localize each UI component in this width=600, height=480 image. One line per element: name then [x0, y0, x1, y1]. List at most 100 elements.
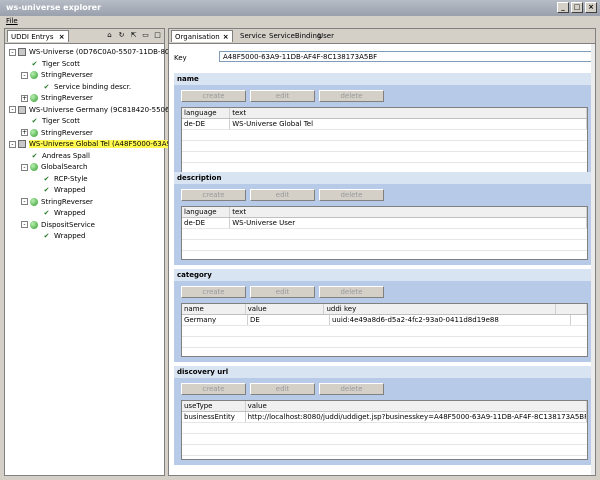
tree-node[interactable]: ✔ Wrapped: [33, 231, 86, 241]
name-create-button[interactable]: create: [181, 90, 246, 102]
column-header[interactable]: useType: [182, 401, 246, 411]
maximize-icon[interactable]: □: [571, 2, 583, 13]
tree-node[interactable]: - WS-Universe (0D76C0A0-5507-11DB-80A: [9, 47, 174, 57]
name-edit-button[interactable]: edit: [250, 90, 315, 102]
tree-node[interactable]: ✔ Tiger Scott: [21, 59, 80, 69]
collapse-toggle-icon[interactable]: -: [21, 198, 28, 205]
description-section-title: description: [174, 172, 595, 184]
category-edit-button[interactable]: edit: [250, 286, 315, 298]
discovery-create-button[interactable]: create: [181, 383, 246, 395]
service-icon: [30, 220, 38, 229]
tree-node[interactable]: + StringReverser: [21, 128, 93, 138]
tree-node[interactable]: + StringReverser: [21, 93, 93, 103]
column-header[interactable]: text: [230, 108, 587, 118]
tab-user[interactable]: User: [315, 30, 337, 42]
table-row[interactable]: businessEntity http://localhost:8080/judd…: [182, 412, 587, 423]
table-cell: DE: [248, 315, 330, 325]
home-icon[interactable]: ⌂: [105, 31, 114, 40]
table-cell: http://localhost:8080/juddi/uddiget.jsp?…: [247, 412, 587, 422]
menu-file[interactable]: File: [6, 17, 18, 25]
category-create-button[interactable]: create: [181, 286, 246, 298]
minimize-view-icon[interactable]: ▭: [141, 31, 150, 40]
tab-uddi-entrys-label: UDDI Entrys: [11, 33, 54, 41]
column-header[interactable]: text: [230, 207, 587, 217]
column-header[interactable]: language: [182, 108, 231, 118]
category-table: name value uddi key Germany DE uuid:4e49a8d6-…: [181, 303, 588, 357]
close-icon[interactable]: ×: [59, 33, 65, 41]
tree-node[interactable]: - StringReverser: [21, 197, 93, 207]
collapse-toggle-icon[interactable]: -: [9, 140, 16, 148]
minimize-icon[interactable]: _: [557, 2, 569, 13]
discovery-button-row: create edit delete: [181, 383, 588, 395]
collapse-toggle-icon[interactable]: -: [9, 106, 16, 113]
tree-node[interactable]: ✔ Tiger Scott: [21, 116, 80, 126]
tree-node[interactable]: ✔ Wrapped: [33, 185, 86, 195]
table-cell: de-DE: [182, 119, 231, 129]
description-delete-button[interactable]: delete: [319, 189, 384, 201]
empty-table-row: [182, 141, 587, 152]
discovery-delete-button[interactable]: delete: [319, 383, 384, 395]
column-header[interactable]: language: [182, 207, 231, 217]
table-cell: WS-Universe Global Tel: [230, 119, 587, 129]
category-delete-button[interactable]: delete: [319, 286, 384, 298]
table-row[interactable]: de-DE WS-Universe Global Tel: [182, 119, 587, 130]
name-button-row: create edit delete: [181, 90, 588, 102]
table-cell: WS-Universe User: [230, 218, 587, 228]
tree-node-label: Tiger Scott: [42, 117, 80, 125]
tab-organisation[interactable]: Organisation ×: [171, 30, 233, 42]
tab-uddi-entrys[interactable]: UDDI Entrys ×: [7, 30, 69, 42]
refresh-icon[interactable]: ↻: [117, 31, 126, 40]
collapse-toggle-icon[interactable]: -: [21, 71, 28, 79]
title-bar: ws-universe explorer _ □ ×: [0, 0, 600, 16]
description-section-body: create edit delete language text de-DE WS-Univ…: [174, 184, 595, 265]
table-row[interactable]: Germany DE uuid:4e49a8d6-d5a2-4fc2-93a0-04…: [182, 315, 587, 326]
binding-icon: ✔: [31, 59, 38, 68]
collapse-toggle-icon[interactable]: -: [21, 163, 28, 171]
empty-table-row: [182, 445, 587, 456]
tab-label: Organisation: [175, 33, 220, 41]
collapse-toggle-icon[interactable]: -: [9, 48, 16, 56]
name-section: name create edit delete language text de-DE WS-…: [174, 73, 595, 178]
discovery-table: useType value businessEntity http://localho…: [181, 400, 588, 460]
column-header[interactable]: name: [182, 304, 246, 314]
description-create-button[interactable]: create: [181, 189, 246, 201]
close-icon[interactable]: ×: [585, 2, 597, 13]
tree-node[interactable]: ✔ RCP-Style: [33, 174, 88, 184]
tab-label: User: [318, 32, 334, 40]
tab-service[interactable]: Service: [237, 30, 269, 42]
tree-node-label: Wrapped: [54, 186, 86, 194]
table-header-row: name value uddi key: [182, 304, 587, 315]
empty-table-row: [182, 434, 587, 445]
empty-table-row: [182, 326, 587, 337]
tree-node[interactable]: ✔ Andreas Spall: [21, 151, 90, 161]
tree-node-label: Wrapped: [54, 232, 86, 240]
vertical-scrollbar[interactable]: [591, 44, 595, 475]
tree-node[interactable]: - WS-Universe Global Tel (A48F5000-63A9-: [9, 139, 174, 149]
discovery-edit-button[interactable]: edit: [250, 383, 315, 395]
tree-node[interactable]: ✔ Wrapped: [33, 208, 86, 218]
tree-node[interactable]: - GlobalSearch: [21, 162, 87, 172]
close-icon[interactable]: ×: [223, 33, 229, 41]
description-edit-button[interactable]: edit: [250, 189, 315, 201]
tree-node[interactable]: - WS-Universe Germany (9C818420-5506-1: [9, 105, 176, 115]
maximize-view-icon[interactable]: □: [153, 31, 162, 40]
collapse-icon[interactable]: ⇱: [129, 31, 138, 40]
name-section-body: create edit delete language text de-DE WS-Univ…: [174, 85, 595, 178]
empty-table-row: [182, 240, 587, 251]
key-input[interactable]: A48F5000-63A9-11DB-AF4F-8C138173A5BF: [219, 51, 593, 62]
column-header[interactable]: uddi key: [324, 304, 557, 314]
service-icon: [30, 163, 38, 171]
expand-toggle-icon[interactable]: +: [21, 129, 28, 136]
collapse-toggle-icon[interactable]: -: [21, 221, 28, 228]
tree-node[interactable]: - DispositService: [21, 220, 95, 230]
description-table: language text de-DE WS-Universe User: [181, 206, 588, 260]
binding-icon: ✔: [43, 174, 50, 183]
table-row[interactable]: de-DE WS-Universe User: [182, 218, 587, 229]
tree-node[interactable]: ✔ Service binding descr.: [33, 82, 132, 92]
tree-node[interactable]: - StringReverser: [21, 70, 93, 80]
column-header[interactable]: value: [246, 401, 587, 411]
service-icon: [30, 94, 38, 102]
column-header[interactable]: value: [246, 304, 325, 314]
name-delete-button[interactable]: delete: [319, 90, 384, 102]
expand-toggle-icon[interactable]: +: [21, 94, 28, 102]
